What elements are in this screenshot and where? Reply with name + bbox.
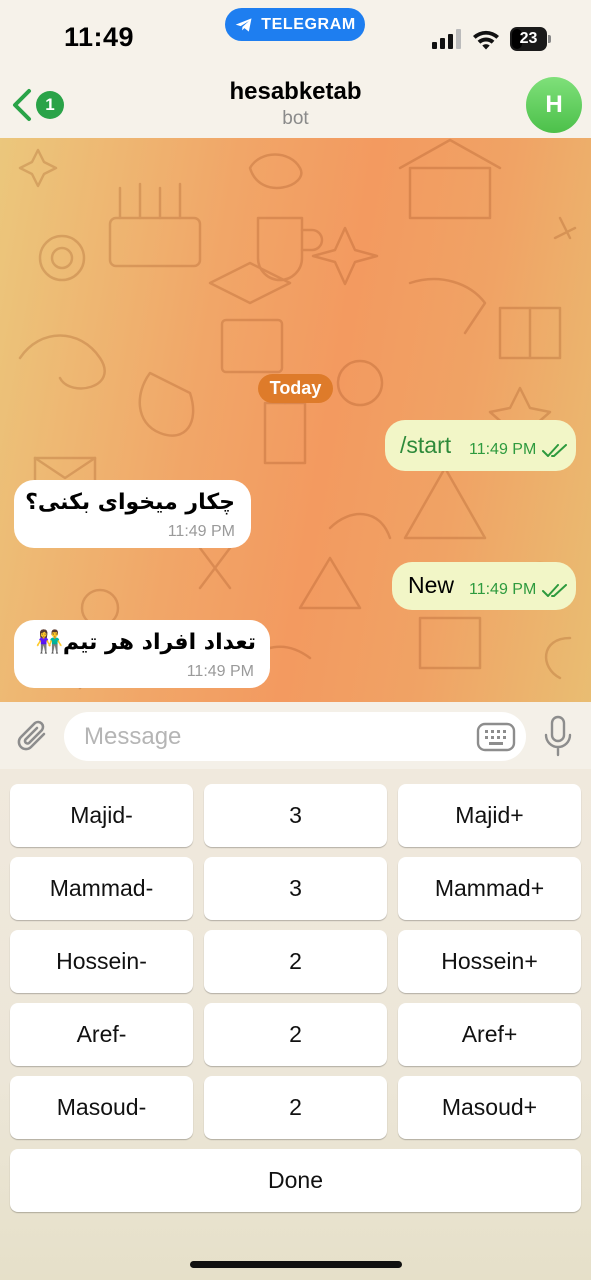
- bot-keyboard: Majid- 3 Majid+ Mammad- 3 Mammad+ Hossei…: [0, 769, 591, 1280]
- keyboard-button-masoud-count[interactable]: 2: [204, 1076, 387, 1139]
- keyboard-button-hossein-count[interactable]: 2: [204, 930, 387, 993]
- message-text[interactable]: چکار میخوای بکنی؟: [25, 490, 235, 515]
- message-time: 11:49 PM: [167, 523, 235, 540]
- status-bar: 11:49 TELEGRAM 23: [0, 0, 591, 68]
- keyboard-button-masoud-plus[interactable]: Masoud+: [398, 1076, 581, 1139]
- message-field[interactable]: [64, 712, 526, 761]
- status-time: 11:49: [64, 22, 135, 52]
- keyboard-button-majid-count[interactable]: 3: [204, 784, 387, 847]
- message-time: 11:49 PM: [469, 441, 537, 458]
- chat-area[interactable]: Today /start 11:49 PM چکار میخوای بکنی؟ …: [0, 138, 591, 702]
- message-bubble-outgoing[interactable]: /start 11:49 PM: [385, 420, 576, 471]
- telegram-pill-label: TELEGRAM: [261, 15, 356, 33]
- keyboard-button-masoud-minus[interactable]: Masoud-: [10, 1076, 193, 1139]
- message-bubble-incoming[interactable]: تعداد افراد هر تیم👫 11:49 PM: [14, 620, 270, 688]
- read-checkmarks-icon: [542, 444, 567, 457]
- message-bubble-outgoing[interactable]: New 11:49 PM: [392, 562, 576, 610]
- message-time: 11:49 PM: [469, 581, 537, 598]
- microphone-icon[interactable]: [543, 715, 573, 757]
- telegram-icon: [235, 17, 252, 32]
- battery-level: 23: [519, 30, 538, 47]
- message-input-bar: [0, 702, 591, 769]
- keyboard-button-majid-minus[interactable]: Majid-: [10, 784, 193, 847]
- message-time: 11:49 PM: [186, 663, 254, 680]
- keyboard-button-hossein-minus[interactable]: Hossein-: [10, 930, 193, 993]
- keyboard-button-mammad-count[interactable]: 3: [204, 857, 387, 920]
- avatar[interactable]: H: [526, 77, 582, 133]
- wifi-icon: [473, 30, 499, 50]
- date-chip: Today: [258, 374, 333, 403]
- message-input[interactable]: [84, 720, 464, 753]
- keyboard-button-hossein-plus[interactable]: Hossein+: [398, 930, 581, 993]
- keyboard-button-mammad-minus[interactable]: Mammad-: [10, 857, 193, 920]
- chat-subtitle: bot: [282, 108, 309, 129]
- cellular-signal-icon: [432, 29, 461, 49]
- keyboard-button-majid-plus[interactable]: Majid+: [398, 784, 581, 847]
- chat-title[interactable]: hesabketab: [0, 78, 591, 106]
- keyboard-button-aref-count[interactable]: 2: [204, 1003, 387, 1066]
- message-text[interactable]: New: [408, 572, 454, 599]
- read-checkmarks-icon: [542, 584, 567, 597]
- message-bubble-incoming[interactable]: چکار میخوای بکنی؟ 11:49 PM: [14, 480, 251, 548]
- attachment-icon[interactable]: [14, 716, 52, 756]
- keyboard-button-mammad-plus[interactable]: Mammad+: [398, 857, 581, 920]
- home-indicator[interactable]: [190, 1261, 402, 1268]
- keyboard-button-aref-plus[interactable]: Aref+: [398, 1003, 581, 1066]
- message-text[interactable]: /start: [400, 432, 451, 459]
- keyboard-toggle-icon[interactable]: [476, 721, 516, 753]
- battery-indicator: 23: [510, 27, 552, 51]
- chat-header: 1 hesabketab bot H: [0, 68, 591, 138]
- keyboard-button-aref-minus[interactable]: Aref-: [10, 1003, 193, 1066]
- telegram-pill[interactable]: TELEGRAM: [225, 8, 365, 41]
- message-text[interactable]: تعداد افراد هر تیم👫: [36, 630, 256, 655]
- keyboard-button-done[interactable]: Done: [10, 1149, 581, 1212]
